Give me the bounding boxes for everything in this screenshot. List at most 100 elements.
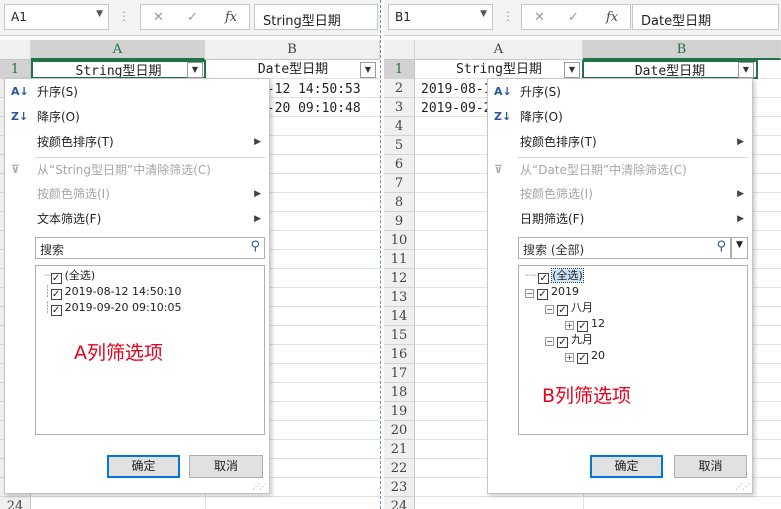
expand-icon[interactable]: +	[565, 353, 574, 362]
row-header[interactable]: 4	[384, 117, 415, 136]
text-filter-item[interactable]: 文本筛选(F) ▶	[5, 207, 269, 231]
filter-by-color-item[interactable]: 按颜色筛选(I) ▶	[488, 182, 752, 206]
row-header[interactable]: 9	[384, 212, 415, 231]
corner-cell[interactable]	[384, 40, 415, 60]
ok-button[interactable]: 确定	[590, 455, 663, 478]
row-header[interactable]: 6	[384, 155, 415, 174]
row-header[interactable]: 8	[384, 193, 415, 212]
filter-dropdown-b[interactable]: ▼	[360, 62, 376, 78]
tree-item-select-all[interactable]: ┈┈✓ (全选)	[525, 268, 584, 284]
checkbox-checked-icon[interactable]: ✓	[50, 305, 62, 316]
cell-a1[interactable]: String型日期	[31, 60, 206, 79]
row-header[interactable]: 5	[384, 136, 415, 155]
filter-search-input[interactable]: 搜索 ⚲	[35, 237, 265, 259]
collapse-icon[interactable]: −	[545, 337, 554, 346]
row-header[interactable]: 24	[0, 497, 31, 509]
tree-item-day[interactable]: + ✓ 12	[565, 316, 605, 332]
row-header[interactable]: 19	[384, 402, 415, 421]
sort-descending-item[interactable]: Z↓ 降序(O)	[5, 105, 269, 129]
row-header[interactable]: 12	[384, 269, 415, 288]
col-header-b[interactable]: B	[205, 40, 380, 60]
row-header[interactable]: 7	[384, 174, 415, 193]
row-header[interactable]: 21	[384, 440, 415, 459]
clear-filter-item[interactable]: ⊽ 从“Date型日期”中清除筛选(C)	[488, 158, 752, 182]
checkbox-checked-icon[interactable]: ✓	[557, 305, 568, 316]
row-header[interactable]: 16	[384, 345, 415, 364]
collapse-icon[interactable]: −	[545, 305, 554, 314]
formula-input[interactable]: String型日期	[254, 4, 378, 30]
sort-ascending-item[interactable]: A↓ 升序(S)	[5, 80, 269, 104]
checkbox-checked-icon[interactable]: ✓	[577, 353, 588, 364]
fx-icon[interactable]: fx	[225, 10, 237, 25]
name-box[interactable]: A1 ▼	[4, 4, 109, 30]
resize-grip-icon[interactable]: ⋰⋰	[735, 482, 750, 491]
clear-filter-item[interactable]: ⊽ 从“String型日期”中清除筛选(C)	[5, 158, 269, 182]
filter-dropdown-a[interactable]: ▼	[187, 62, 203, 78]
tree-item-day[interactable]: + ✓ 20	[565, 348, 605, 364]
row-header[interactable]: 22	[384, 459, 415, 478]
row-header[interactable]: 14	[384, 307, 415, 326]
chevron-down-icon: ▼	[736, 240, 743, 250]
row-header[interactable]: 23	[384, 478, 415, 497]
sort-descending-item[interactable]: Z↓ 降序(O)	[488, 105, 752, 129]
row-header[interactable]: 3	[384, 98, 415, 117]
confirm-icon[interactable]: ✓	[568, 10, 579, 25]
sort-by-color-item[interactable]: 按颜色排序(T) ▶	[488, 130, 752, 154]
row-header[interactable]: 1	[0, 60, 31, 79]
list-item[interactable]: ┊✓ 2019-09-20 09:10:05	[44, 300, 181, 316]
row-header[interactable]: 1	[384, 60, 415, 79]
filter-dropdown-a[interactable]: ▼	[564, 62, 580, 78]
row-header[interactable]: 13	[384, 288, 415, 307]
filter-dropdown-b[interactable]: ▼	[738, 62, 754, 78]
tree-item-month[interactable]: − ✓ 九月	[545, 332, 593, 348]
fx-icon[interactable]: fx	[606, 10, 618, 25]
checkbox-checked-icon[interactable]: ✓	[537, 289, 548, 300]
search-icon[interactable]: ⚲	[250, 239, 260, 254]
row-header[interactable]: 20	[384, 421, 415, 440]
confirm-icon[interactable]: ✓	[187, 10, 198, 25]
cancel-button[interactable]: 取消	[674, 455, 747, 478]
checkbox-checked-icon[interactable]: ✓	[50, 289, 62, 300]
filter-search-input[interactable]: 搜索 (全部) ⚲	[518, 237, 731, 259]
ok-button[interactable]: 确定	[107, 455, 180, 478]
tree-item-month[interactable]: − ✓ 八月	[545, 300, 593, 316]
search-icon[interactable]: ⚲	[716, 239, 726, 254]
col-header-b[interactable]: B	[583, 40, 781, 60]
checkbox-checked-icon[interactable]: ✓	[557, 337, 568, 348]
formula-input[interactable]: Date型日期	[632, 4, 779, 30]
list-item-select-all[interactable]: ┈✓ (全选)	[44, 268, 95, 284]
sort-by-color-item[interactable]: 按颜色排序(T) ▶	[5, 130, 269, 154]
resize-grip-icon[interactable]: ⋰⋰	[252, 482, 267, 491]
row-header[interactable]: 10	[384, 231, 415, 250]
cancel-icon[interactable]: ✕	[153, 10, 164, 25]
row-header[interactable]: 11	[384, 250, 415, 269]
cancel-button[interactable]: 取消	[189, 455, 263, 478]
date-filter-item[interactable]: 日期筛选(F) ▶	[488, 207, 752, 231]
cell-a1[interactable]: String型日期	[415, 60, 583, 79]
expand-icon[interactable]: +	[565, 321, 574, 330]
chevron-down-icon[interactable]: ▼	[480, 9, 487, 19]
sort-ascending-item[interactable]: A↓ 升序(S)	[488, 80, 752, 104]
tree-item-year[interactable]: − ✓ 2019	[525, 284, 579, 300]
checkbox-checked-icon[interactable]: ✓	[50, 273, 62, 284]
checkbox-checked-icon[interactable]: ✓	[538, 273, 550, 284]
cell-b1[interactable]: Date型日期	[206, 60, 380, 79]
col-header-a[interactable]: A	[415, 40, 583, 60]
cancel-icon[interactable]: ✕	[534, 10, 545, 25]
cell-b1[interactable]: Date型日期	[582, 60, 758, 79]
filter-by-color-item[interactable]: 按颜色筛选(I) ▶	[5, 182, 269, 206]
col-header-a[interactable]: A	[31, 40, 205, 60]
chevron-down-icon[interactable]: ▼	[96, 9, 103, 19]
row-header[interactable]: 2	[384, 79, 415, 98]
row-header[interactable]: 15	[384, 326, 415, 345]
corner-cell[interactable]	[0, 40, 31, 60]
row-header[interactable]: 17	[384, 364, 415, 383]
row-header[interactable]: 24	[384, 497, 415, 509]
search-scope-dropdown[interactable]: ▼	[731, 237, 748, 259]
filter-menu-b: A↓ 升序(S) Z↓ 降序(O) 按颜色排序(T) ▶ ⊽ 从“Date型日期”中清除…	[487, 78, 753, 494]
collapse-icon[interactable]: −	[525, 289, 534, 298]
row-header[interactable]: 18	[384, 383, 415, 402]
checkbox-checked-icon[interactable]: ✓	[577, 321, 588, 332]
name-box[interactable]: B1 ▼	[388, 4, 493, 30]
list-item[interactable]: ┊✓ 2019-08-12 14:50:10	[44, 284, 181, 300]
